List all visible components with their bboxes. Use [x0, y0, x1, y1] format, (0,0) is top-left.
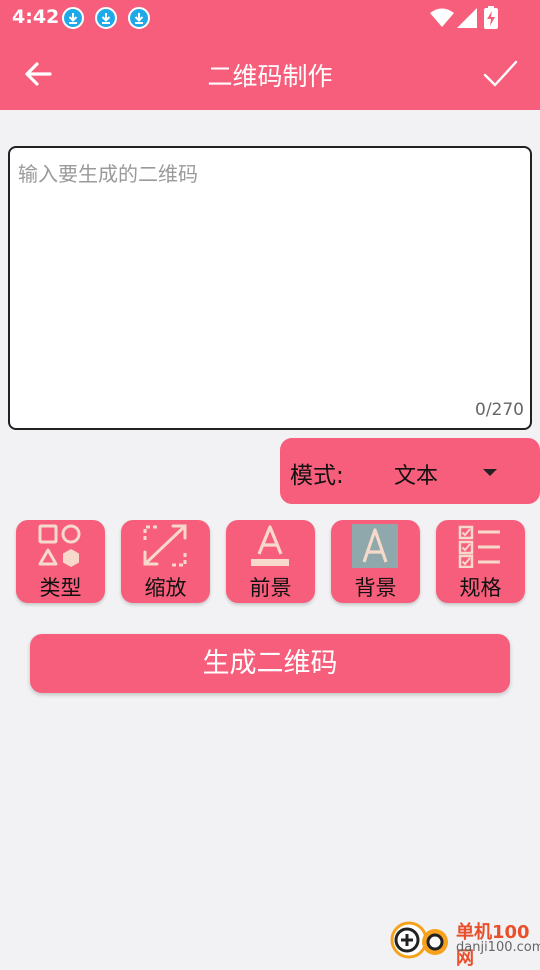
download-icon: [128, 7, 150, 29]
expand-icon: [143, 524, 187, 567]
zoom-button[interactable]: 缩放: [121, 520, 210, 603]
confirm-check-icon[interactable]: [482, 56, 518, 92]
mode-selector[interactable]: 模式: 文本: [280, 438, 540, 504]
status-time: 4:42: [12, 6, 60, 28]
tool-label-spec: 规格: [459, 576, 502, 600]
spec-button[interactable]: 规格: [436, 520, 525, 603]
watermark-logo-icon: [390, 921, 448, 959]
mode-label: 模式:: [290, 463, 344, 489]
background-color-icon: [352, 524, 398, 568]
download-icon: [95, 7, 117, 29]
checklist-icon: [458, 525, 500, 568]
tool-label-type: 类型: [39, 576, 82, 600]
mode-value: 文本: [394, 464, 439, 489]
site-watermark: 单机100网 danji100.com: [390, 916, 540, 969]
page-title: 二维码制作: [207, 62, 333, 91]
type-button[interactable]: 类型: [16, 520, 105, 603]
generate-qr-button[interactable]: 生成二维码: [30, 634, 510, 693]
foreground-button[interactable]: 前景: [226, 520, 315, 603]
watermark-url: danji100.com: [456, 940, 540, 955]
tool-label-foreground: 前景: [249, 576, 292, 600]
character-counter: 0/270: [475, 400, 524, 420]
text-color-icon: [251, 525, 289, 566]
dropdown-caret-icon: [483, 469, 497, 476]
status-bar: 4:42: [0, 0, 540, 36]
qr-text-input[interactable]: [16, 156, 526, 390]
shapes-icon: [38, 524, 81, 567]
download-icon: [62, 7, 84, 29]
tool-label-background: 背景: [354, 576, 397, 600]
battery-charging-icon: [484, 6, 498, 29]
app-bar: 二维码制作: [0, 36, 540, 110]
qr-text-input-box: 0/270: [8, 146, 532, 430]
wifi-icon: [430, 8, 454, 27]
background-button[interactable]: 背景: [331, 520, 420, 603]
signal-icon: [457, 8, 477, 28]
tool-label-zoom: 缩放: [144, 576, 187, 600]
